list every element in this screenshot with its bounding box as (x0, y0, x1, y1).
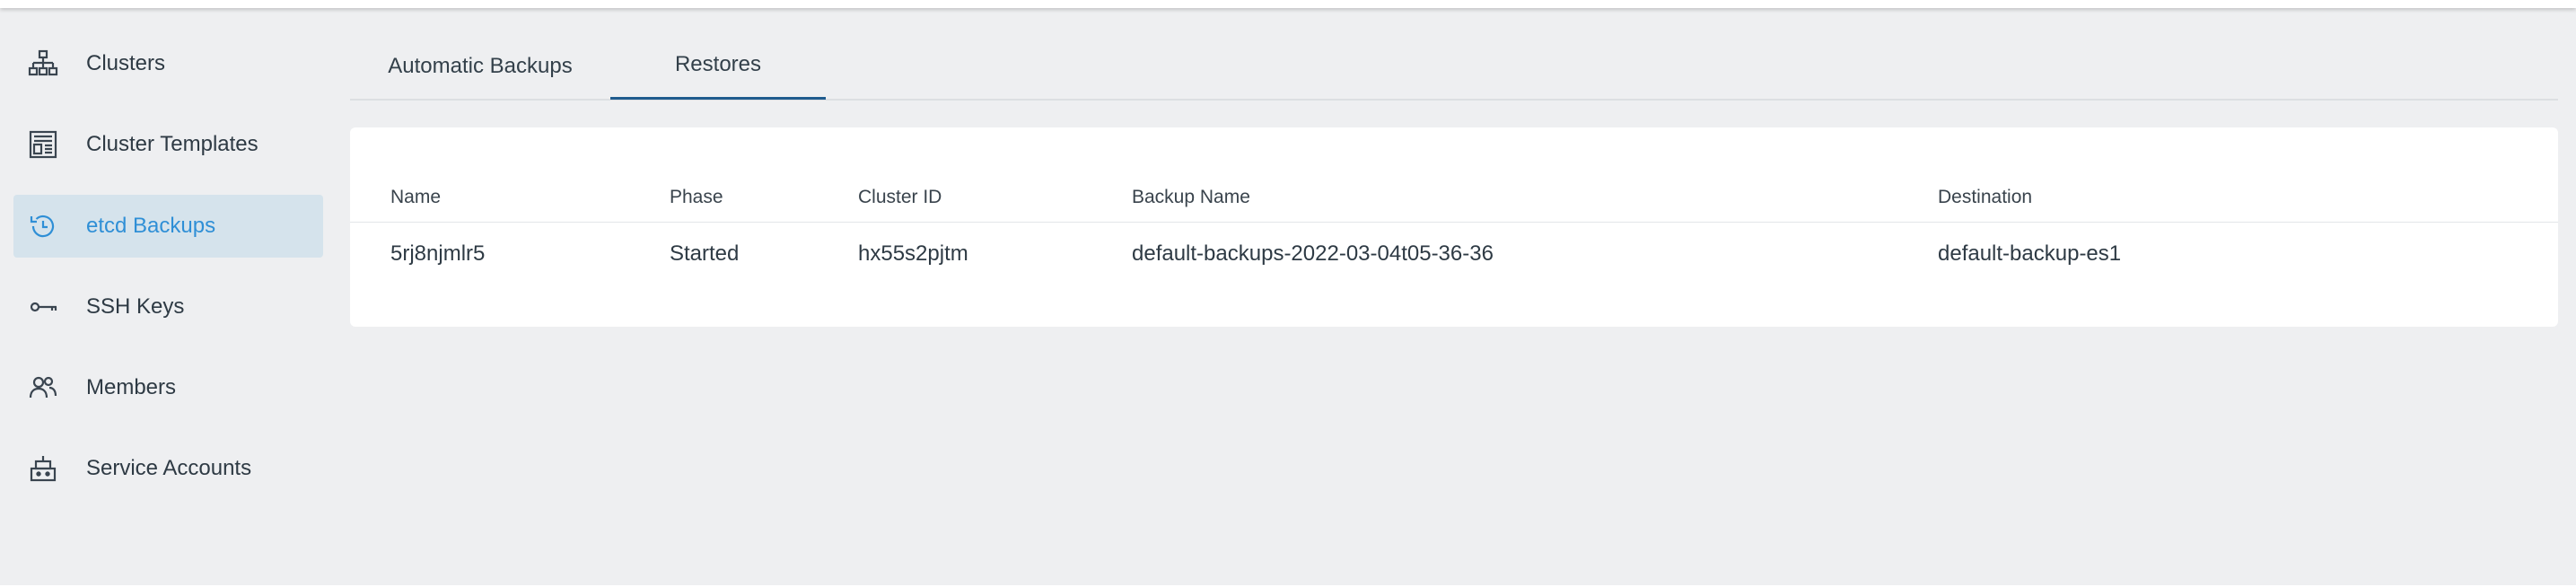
cell-name: 5rj8njmlr5 (390, 241, 486, 266)
key-icon (27, 291, 59, 323)
column-header-phase[interactable]: Phase (670, 187, 723, 208)
sidebar-item-cluster-templates[interactable]: Cluster Templates (13, 113, 323, 176)
tab-automatic-backups[interactable]: Automatic Backups (350, 32, 610, 101)
restores-table-card: Name Phase Cluster ID Backup Name Destin… (350, 127, 2558, 327)
top-bar (0, 0, 2576, 8)
sidebar-item-label: Cluster Templates (86, 132, 258, 156)
sidebar-item-label: Members (86, 375, 177, 399)
column-header-name[interactable]: Name (390, 187, 441, 208)
tab-restores[interactable]: Restores (610, 32, 826, 100)
sidebar-item-label: Service Accounts (86, 456, 252, 480)
history-icon (27, 210, 59, 242)
sidebar-item-service-accounts[interactable]: Service Accounts (13, 437, 323, 500)
cell-destination: default-backup-es1 (1938, 241, 2122, 266)
column-header-destination[interactable]: Destination (1938, 187, 2032, 208)
sidebar-item-label: Clusters (86, 51, 166, 75)
robot-icon (27, 452, 59, 485)
sidebar-item-label: SSH Keys (86, 294, 185, 319)
sidebar-item-clusters[interactable]: Clusters (13, 32, 323, 95)
sidebar-item-ssh-keys[interactable]: SSH Keys (13, 276, 323, 338)
sidebar-item-etcd-backups[interactable]: etcd Backups (13, 195, 323, 258)
tab-bar: Automatic Backups Restores (350, 32, 2558, 101)
cell-backup-name: default-backups-2022-03-04t05-36-36 (1132, 241, 1494, 266)
cell-phase: Started (670, 241, 740, 266)
cell-cluster-id: hx55s2pjtm (858, 241, 968, 266)
sidebar-item-label: etcd Backups (86, 214, 216, 238)
template-icon (27, 128, 59, 161)
sitemap-icon (27, 48, 59, 80)
users-icon (27, 372, 59, 404)
sidebar-item-members[interactable]: Members (13, 356, 323, 419)
column-header-backup-name[interactable]: Backup Name (1132, 187, 1250, 208)
table-row[interactable]: 5rj8njmlr5 Started hx55s2pjtm default-ba… (350, 223, 2558, 281)
column-header-cluster-id[interactable]: Cluster ID (858, 187, 942, 208)
table-header: Name Phase Cluster ID Backup Name Destin… (350, 178, 2558, 223)
